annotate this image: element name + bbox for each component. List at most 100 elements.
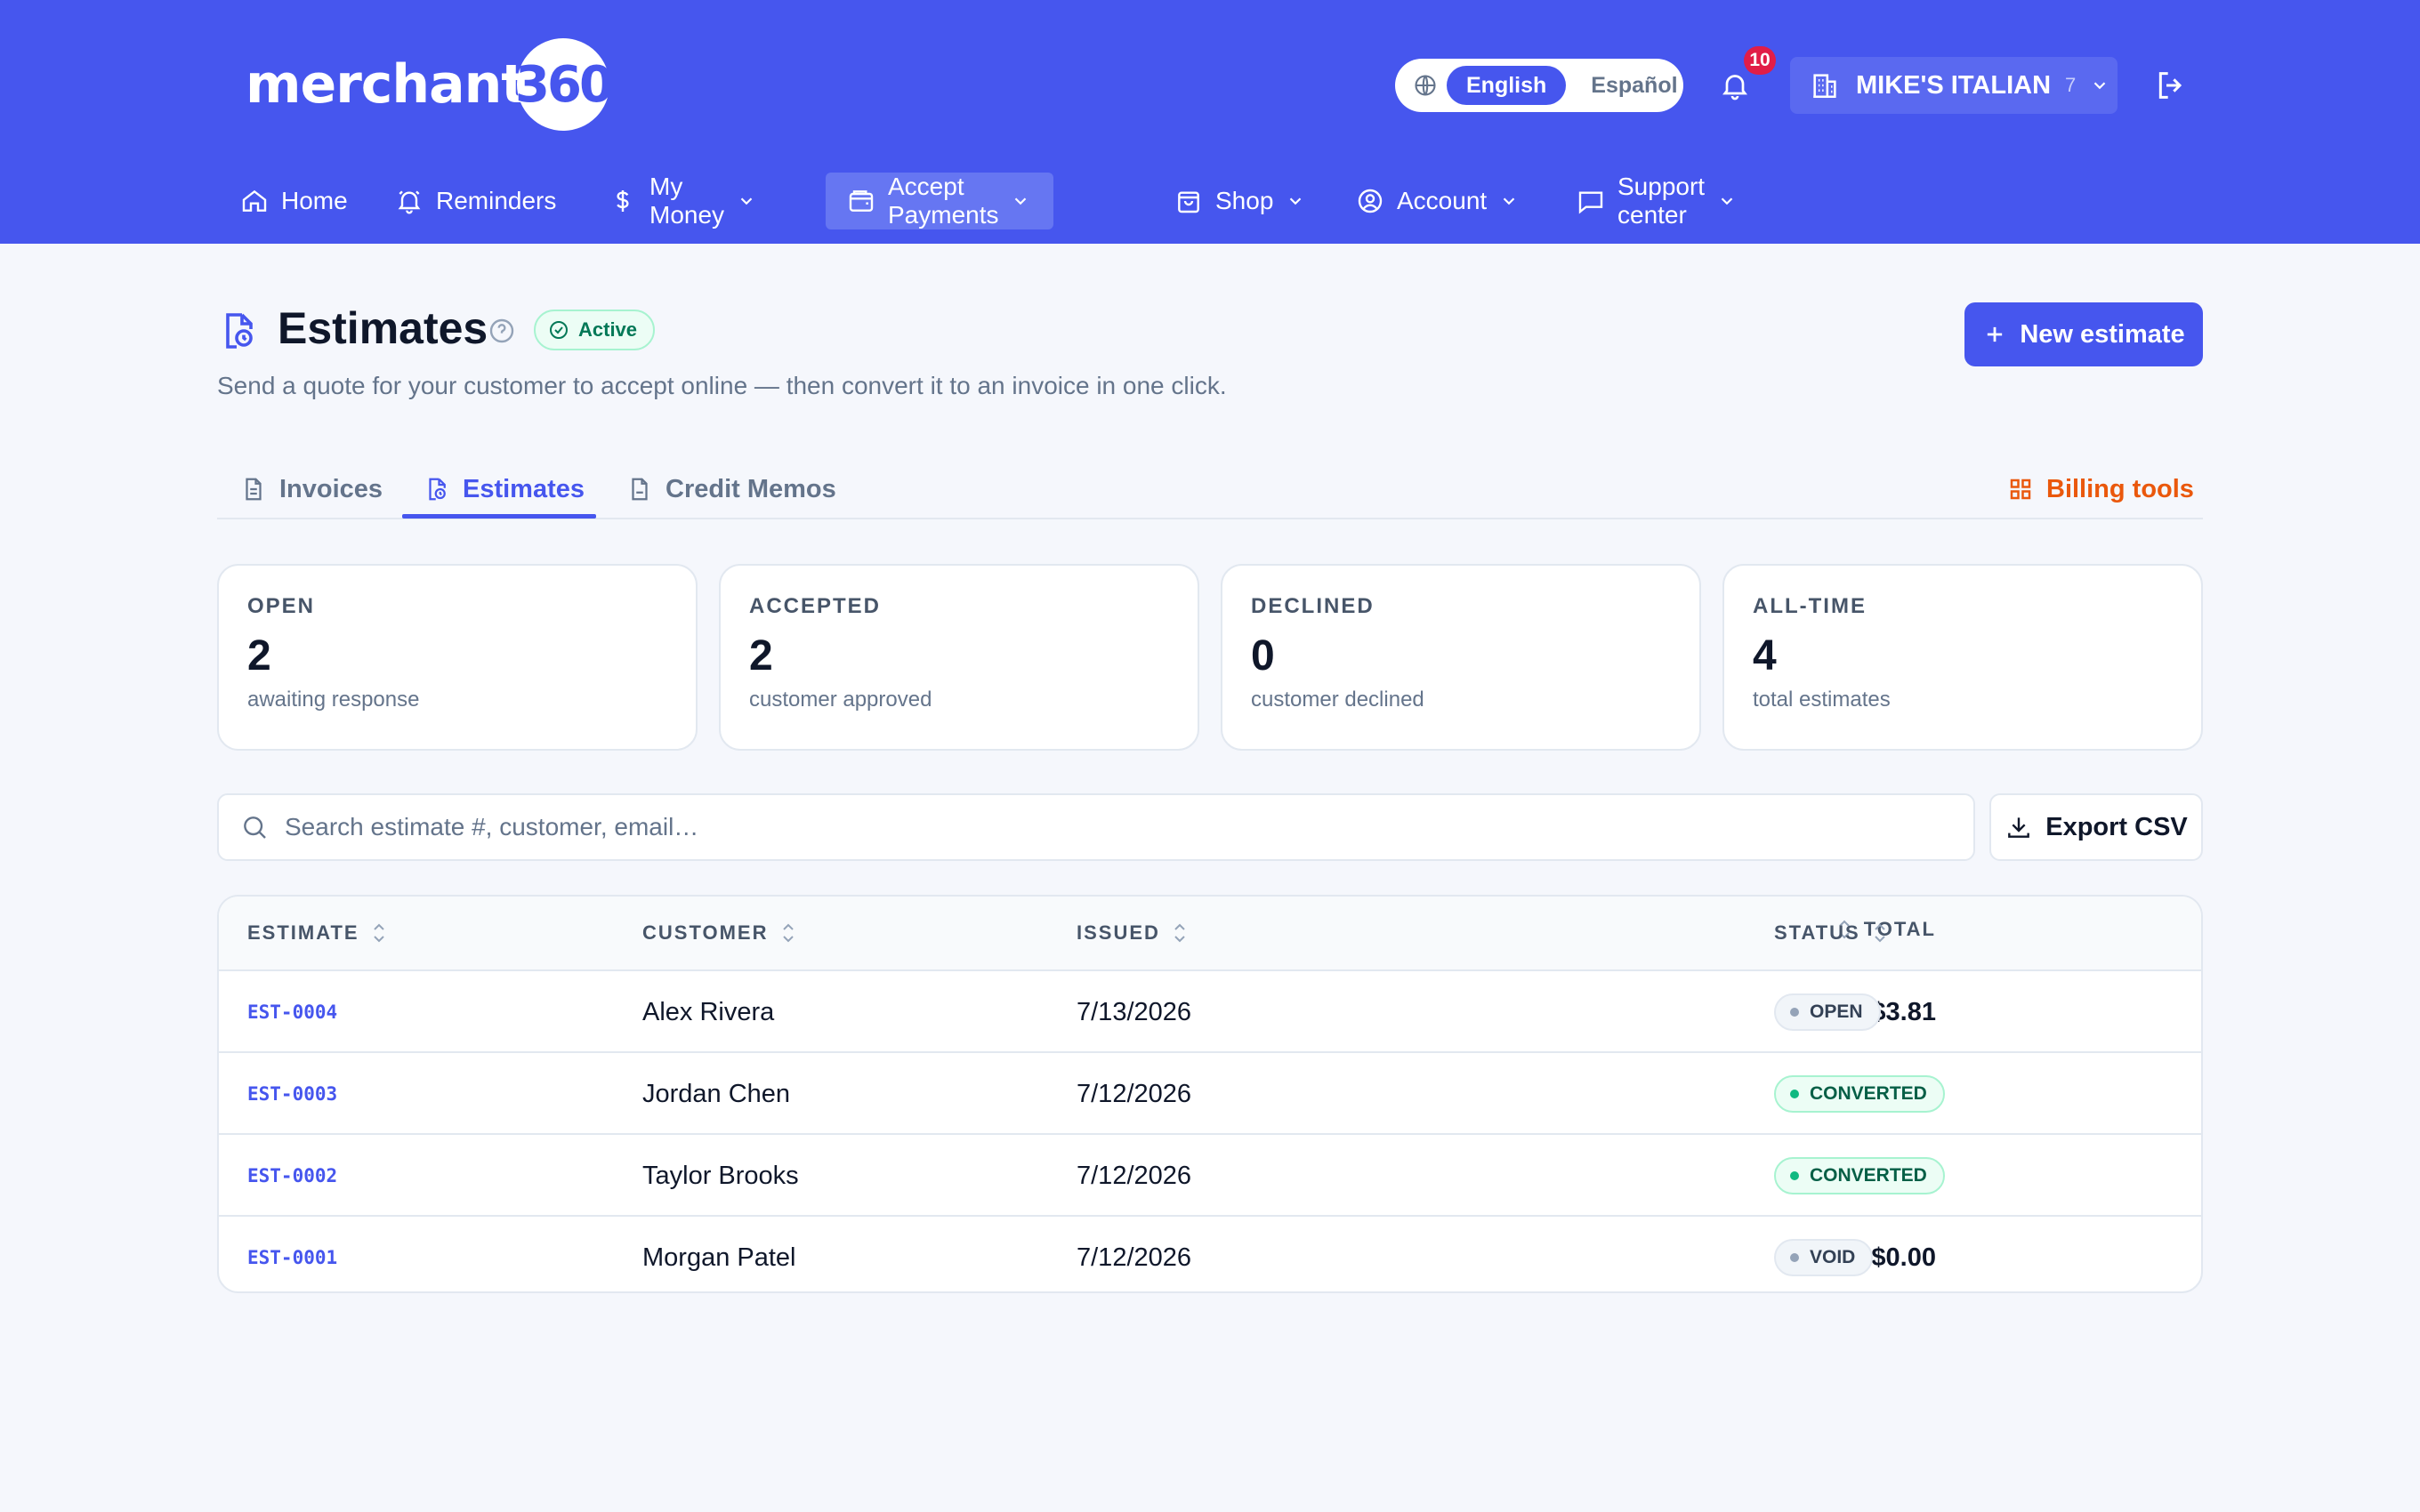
search-icon bbox=[244, 816, 266, 839]
stat-card-all-time: ALL-TIME 4 total estimates bbox=[1722, 564, 2203, 751]
stat-caption: total estimates bbox=[1753, 688, 1891, 712]
status-dot bbox=[1790, 1090, 1799, 1098]
table-row[interactable]: EST-0001 Morgan Patel 7/12/2026 $0.00 VO… bbox=[219, 1215, 2201, 1291]
nav-shop[interactable]: Shop bbox=[1153, 173, 1328, 229]
status-label: CONVERTED bbox=[1810, 1165, 1927, 1186]
stat-caption: awaiting response bbox=[247, 688, 420, 712]
bell-icon bbox=[398, 190, 421, 214]
export-csv-label: Export CSV bbox=[2045, 812, 2188, 841]
nav-accept-payments[interactable]: Accept Payments bbox=[826, 173, 1054, 229]
column-header-estimate[interactable]: ESTIMATE bbox=[247, 897, 388, 969]
estimate-number-link[interactable]: EST-0002 bbox=[247, 1135, 337, 1217]
status-cell: CONVERTED bbox=[1774, 1053, 1945, 1135]
chevron-down-icon bbox=[1015, 197, 1027, 205]
status-cell: CONVERTED bbox=[1774, 1135, 1945, 1217]
stat-label: ACCEPTED bbox=[749, 594, 882, 618]
language-spanish-button[interactable]: Español bbox=[1591, 73, 1677, 99]
stat-value: 2 bbox=[247, 632, 271, 680]
notifications-bell-icon[interactable] bbox=[1719, 69, 1751, 101]
chevron-down-icon bbox=[1503, 197, 1515, 205]
dollar-icon bbox=[617, 190, 629, 212]
column-header-status[interactable]: STATUS bbox=[1774, 897, 1889, 969]
estimate-total: $3.81 bbox=[1871, 997, 1936, 1026]
status-dot bbox=[1790, 1171, 1799, 1180]
plus-icon bbox=[1988, 326, 2003, 342]
nav-home-label: Home bbox=[281, 187, 348, 214]
customer-name: Morgan Patel bbox=[642, 1243, 796, 1272]
globe-icon bbox=[1415, 75, 1436, 96]
nav-my-money[interactable]: My Money bbox=[587, 173, 779, 229]
logout-icon[interactable] bbox=[2153, 68, 2189, 103]
tab-invoices-label: Invoices bbox=[279, 474, 383, 503]
issued-date: 7/12/2026 bbox=[1077, 1161, 1192, 1190]
tab-credit-memos-label: Credit Memos bbox=[666, 474, 836, 503]
building-icon bbox=[1813, 74, 1836, 99]
notification-count-badge: 10 bbox=[1744, 46, 1776, 75]
grid-icon bbox=[2010, 479, 2031, 500]
search-input[interactable] bbox=[285, 813, 1886, 841]
merchant-count: 7 bbox=[2065, 74, 2077, 96]
chevron-down-icon bbox=[1290, 197, 1302, 205]
nav-reminders[interactable]: Reminders bbox=[374, 173, 579, 229]
tab-estimates-label: Estimates bbox=[463, 474, 585, 503]
status-label: OPEN bbox=[1810, 1001, 1863, 1022]
stat-label: DECLINED bbox=[1251, 594, 1375, 618]
tab-estimates[interactable]: Estimates bbox=[424, 461, 585, 518]
column-header-customer[interactable]: CUSTOMER bbox=[642, 897, 797, 969]
merchant-selector[interactable]: MIKE'S ITALIAN 7 bbox=[1790, 57, 2118, 114]
estimate-number-link[interactable]: EST-0001 bbox=[247, 1217, 337, 1291]
stat-value: 2 bbox=[749, 632, 773, 680]
customer-name: Alex Rivera bbox=[642, 997, 775, 1026]
merchant360-logo[interactable]: merchant 360 bbox=[246, 36, 614, 133]
table-row[interactable]: EST-0004 Alex Rivera 7/13/2026 $3.81 OPE… bbox=[219, 969, 2201, 1051]
logo-badge-text: 360 bbox=[515, 55, 614, 114]
table-row[interactable]: EST-0003 Jordan Chen 7/12/2026 $53.29 CO… bbox=[219, 1051, 2201, 1133]
sort-icon bbox=[1875, 923, 1885, 943]
stat-caption: customer declined bbox=[1251, 688, 1424, 712]
status-pill-open: OPEN bbox=[1774, 993, 1881, 1031]
stat-card-open: OPEN 2 awaiting response bbox=[217, 564, 698, 751]
issued-date: 7/13/2026 bbox=[1077, 997, 1192, 1026]
stat-caption: customer approved bbox=[749, 688, 932, 712]
top-header: merchant 360 English Español 10 MIKE'S I… bbox=[0, 0, 2420, 244]
new-estimate-button[interactable]: New estimate bbox=[1964, 302, 2203, 366]
logo-wordmark: merchant bbox=[246, 53, 527, 116]
column-label: ESTIMATE bbox=[247, 921, 359, 944]
estimate-number-link[interactable]: EST-0003 bbox=[247, 1053, 337, 1135]
stat-card-declined: DECLINED 0 customer declined bbox=[1221, 564, 1701, 751]
status-label: CONVERTED bbox=[1810, 1083, 1927, 1104]
column-label: CUSTOMER bbox=[642, 921, 769, 944]
chevron-down-icon bbox=[1721, 197, 1733, 205]
nav-account[interactable]: Account bbox=[1335, 173, 1542, 229]
billing-tools-button[interactable]: Billing tools bbox=[2007, 461, 2194, 518]
tab-credit-memos[interactable]: Credit Memos bbox=[626, 461, 836, 518]
shopping-bag-icon bbox=[1178, 191, 1199, 213]
chat-icon bbox=[1578, 191, 1603, 214]
wallet-icon bbox=[849, 190, 874, 212]
stat-label: OPEN bbox=[247, 594, 316, 618]
status-label: VOID bbox=[1810, 1247, 1856, 1267]
estimate-icon bbox=[429, 478, 446, 501]
search-bar bbox=[217, 793, 1975, 861]
chevron-down-icon bbox=[740, 197, 753, 205]
stat-label: ALL-TIME bbox=[1753, 594, 1867, 618]
home-icon bbox=[242, 189, 267, 212]
customer-name: Taylor Brooks bbox=[642, 1161, 799, 1190]
sort-icon bbox=[1174, 923, 1185, 943]
export-csv-button[interactable]: Export CSV bbox=[1989, 793, 2203, 861]
chevron-down-icon bbox=[2093, 82, 2106, 90]
column-header-issued[interactable]: ISSUED bbox=[1077, 897, 1189, 969]
estimate-number-link[interactable]: EST-0004 bbox=[247, 971, 337, 1053]
nav-home[interactable]: Home bbox=[219, 173, 371, 229]
table-header: ESTIMATE CUSTOMER ISSUED TOTAL STATUS bbox=[219, 897, 2201, 969]
nav-support-center[interactable]: Support center bbox=[1555, 173, 1760, 229]
help-icon[interactable] bbox=[488, 317, 516, 345]
tab-invoices[interactable]: Invoices bbox=[240, 461, 383, 518]
table-row[interactable]: EST-0002 Taylor Brooks 7/12/2026 $10.88 … bbox=[219, 1133, 2201, 1215]
status-badge: Active bbox=[534, 310, 656, 350]
language-english-button[interactable]: English bbox=[1447, 66, 1567, 105]
sort-icon bbox=[373, 923, 384, 943]
issued-date: 7/12/2026 bbox=[1077, 1243, 1192, 1272]
check-circle-icon bbox=[550, 321, 568, 339]
sort-icon bbox=[782, 923, 794, 943]
